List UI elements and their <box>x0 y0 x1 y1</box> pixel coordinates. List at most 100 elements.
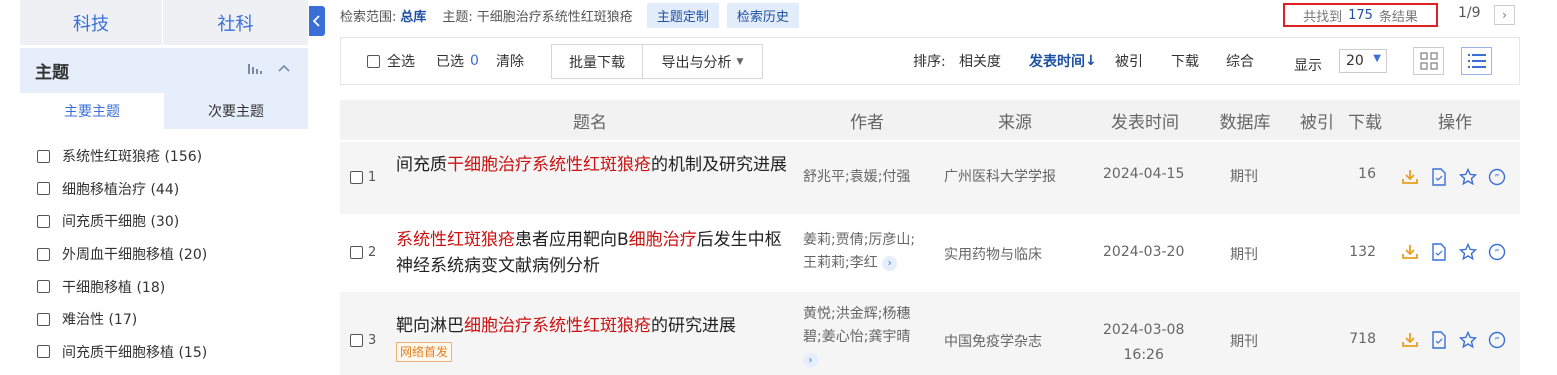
checkbox[interactable] <box>350 171 363 184</box>
checkbox[interactable] <box>37 214 50 228</box>
search-history-button[interactable]: 检索历史 <box>726 2 799 28</box>
column-title: 题名 <box>573 112 607 133</box>
topic-item[interactable]: 细胞移植治疗 (44) <box>37 173 207 206</box>
select-all-checkbox[interactable] <box>367 54 380 68</box>
table-row: 1 间充质干细胞治疗系统性红斑狼疮的机制及研究进展 舒兆平;袁媛;付强 广州医科… <box>340 142 1520 214</box>
sort-date-label: 发表时间 <box>1029 54 1085 70</box>
checkbox[interactable] <box>37 182 50 196</box>
tab-secondary-topic[interactable]: 次要主题 <box>164 93 308 129</box>
favorite-star-icon[interactable] <box>1458 330 1478 350</box>
sort-overall[interactable]: 综合 <box>1226 38 1254 84</box>
grid-view-button[interactable] <box>1413 47 1444 75</box>
export-label: 导出与分析 <box>661 54 732 71</box>
row-select[interactable]: 3 <box>350 333 376 348</box>
scope-value[interactable]: 总库 <box>400 6 426 25</box>
topic-label: 间充质干细胞 (30) <box>62 214 180 231</box>
page-indicator: 1/9 <box>1458 5 1481 21</box>
html-read-icon[interactable] <box>1429 242 1449 262</box>
row-ops: ” <box>1400 330 1507 350</box>
facet-header[interactable]: 主题 <box>20 48 308 93</box>
column-date: 发表时间 <box>1111 112 1179 133</box>
row-number: 3 <box>368 333 377 348</box>
next-page-button[interactable]: › <box>1494 5 1515 25</box>
title-text: 间充质 <box>396 155 447 175</box>
topic-label: 细胞移植治疗 (44) <box>62 181 180 198</box>
svg-text:”: ” <box>1494 173 1499 184</box>
bar-chart-icon[interactable] <box>248 62 264 78</box>
checkbox[interactable] <box>37 149 50 163</box>
batch-download-button[interactable]: 批量下载 <box>551 44 643 79</box>
online-first-badge: 网络首发 <box>396 342 453 362</box>
title-highlight: 细胞治疗 <box>628 230 697 250</box>
quote-icon[interactable]: ” <box>1487 167 1507 187</box>
page-size-value: 20 <box>1346 53 1364 69</box>
checkbox[interactable] <box>37 312 50 326</box>
row-select[interactable]: 2 <box>350 245 376 260</box>
article-title-link[interactable]: 间充质干细胞治疗系统性红斑狼疮的机制及研究进展 <box>396 152 796 178</box>
tab-primary-topic[interactable]: 主要主题 <box>20 93 164 129</box>
article-title-link[interactable]: 系统性红斑狼疮患者应用靶向B细胞治疗后发生中枢神经系统病变文献病例分析 <box>396 227 796 279</box>
chevron-right-icon[interactable]: › <box>803 352 818 368</box>
topic-item[interactable]: 间充质干细胞移植 (15) <box>37 336 207 369</box>
export-analysis-dropdown[interactable]: 导出与分析 ▼ <box>642 44 763 79</box>
checkbox[interactable] <box>37 345 50 359</box>
html-read-icon[interactable] <box>1429 330 1449 350</box>
quote-icon[interactable]: ” <box>1487 330 1507 350</box>
quote-icon[interactable]: ” <box>1487 242 1507 262</box>
sort-cited[interactable]: 被引 <box>1115 38 1143 84</box>
pub-date: 2024-03-20 <box>1103 244 1185 260</box>
chevron-right-icon[interactable]: › <box>882 255 898 271</box>
selected-count: 已选 0 <box>436 38 479 84</box>
collapse-sidebar-button[interactable] <box>309 6 325 36</box>
database: 期刊 <box>1230 247 1258 263</box>
database: 期刊 <box>1230 334 1258 350</box>
topic-item[interactable]: 间充质干细胞 (30) <box>37 205 207 238</box>
clear-button[interactable]: 清除 <box>496 38 524 84</box>
sort-date[interactable]: 发表时间 ↓ <box>1029 38 1097 84</box>
topic-item[interactable]: 外周血干细胞移植 (20) <box>37 238 207 271</box>
sort-download[interactable]: 下载 <box>1171 38 1199 84</box>
favorite-star-icon[interactable] <box>1458 242 1478 262</box>
authors-line: 王莉莉;李红 <box>803 255 878 271</box>
authors-line: 碧;姜心怡;龚宇晴 <box>803 329 911 345</box>
checkbox[interactable] <box>37 247 50 261</box>
source[interactable]: 实用药物与临床 <box>944 244 1042 264</box>
results-toolbar: 全选 已选 0 清除 批量下载 导出与分析 ▼ 排序: 相关度 发表时间 ↓ 被… <box>340 37 1520 85</box>
topic-label: 主题: <box>442 9 473 25</box>
page-size-select[interactable]: 20 ▼ <box>1339 49 1387 73</box>
topic-item[interactable]: 难治性 (17) <box>37 303 207 336</box>
facet-title: 主题 <box>35 63 69 83</box>
download-icon[interactable] <box>1400 330 1420 350</box>
category-tab-social[interactable]: 社科 <box>163 0 308 45</box>
category-tab-tech[interactable]: 科技 <box>20 0 162 45</box>
authors[interactable]: 姜莉;贾倩;厉彦山; 王莉莉;李红 › <box>803 229 928 275</box>
list-view-button[interactable] <box>1461 47 1492 75</box>
article-title-link[interactable]: 靶向淋巴细胞治疗系统性红斑狼疮的研究进展 网络首发 <box>396 313 796 362</box>
html-read-icon[interactable] <box>1429 167 1449 187</box>
title-highlight: 系统性红斑狼疮 <box>396 230 515 250</box>
favorite-star-icon[interactable] <box>1458 167 1478 187</box>
customize-topic-button[interactable]: 主题定制 <box>646 2 719 28</box>
topic-label: 系统性红斑狼疮 (156) <box>62 149 203 166</box>
row-number: 2 <box>368 245 377 260</box>
download-icon[interactable] <box>1400 242 1420 262</box>
row-select[interactable]: 1 <box>350 170 376 185</box>
grid-icon <box>1419 52 1438 70</box>
checkbox[interactable] <box>37 280 50 294</box>
select-all[interactable]: 全选 <box>367 38 415 84</box>
source[interactable]: 广州医科大学学报 <box>944 166 1056 186</box>
chevron-up-icon[interactable] <box>278 62 290 78</box>
sort-relevance[interactable]: 相关度 <box>959 38 1001 84</box>
topic-item[interactable]: 干细胞移植 (18) <box>37 270 207 303</box>
title-highlight: 干细胞治疗系统性红斑狼疮 <box>447 155 651 175</box>
checkbox[interactable] <box>350 334 363 347</box>
authors[interactable]: 舒兆平;袁媛;付强 <box>803 166 928 189</box>
topic-label: 难治性 (17) <box>62 312 138 329</box>
row-number: 1 <box>368 170 377 185</box>
left-panel: 科技 社科 主题 主要主题 次要主题 系统性红斑狼疮 (156) 细胞移植治疗 … <box>20 0 308 375</box>
checkbox[interactable] <box>350 246 363 259</box>
authors[interactable]: 黄悦;洪金辉;杨穗 碧;姜心怡;龚宇晴 › <box>803 303 928 372</box>
topic-item[interactable]: 系统性红斑狼疮 (156) <box>37 140 207 173</box>
download-icon[interactable] <box>1400 167 1420 187</box>
source[interactable]: 中国免疫学杂志 <box>944 331 1042 351</box>
